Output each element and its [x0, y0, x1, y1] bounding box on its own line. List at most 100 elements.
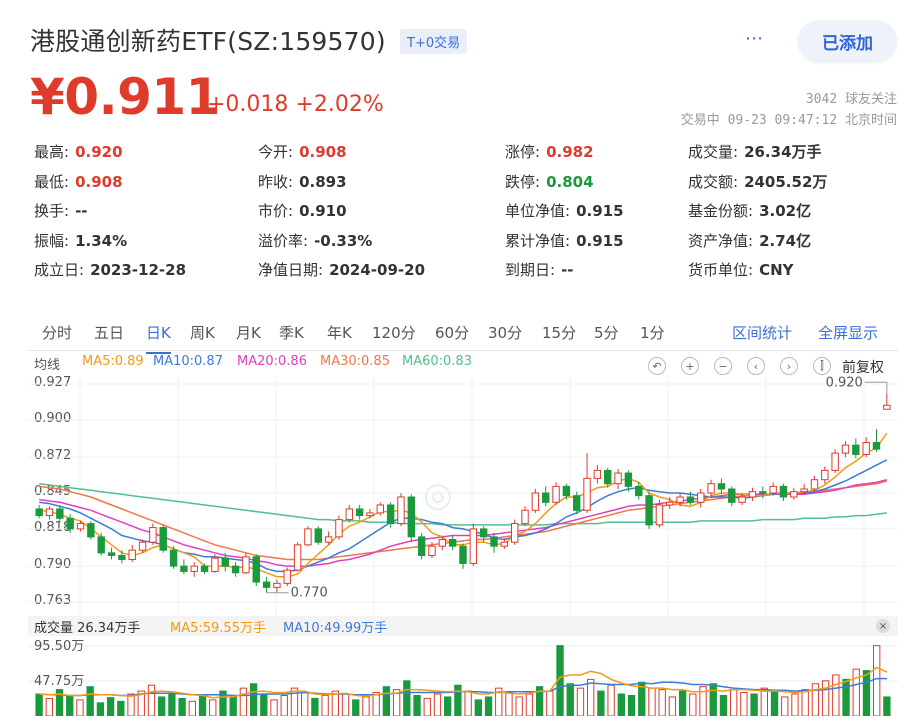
- stat-item: 成交量: 26.34万手: [688, 141, 822, 162]
- bar-icon[interactable]: ⫿: [813, 357, 831, 375]
- stat-value: 0.804: [546, 172, 594, 191]
- tab-2[interactable]: 日K: [146, 322, 171, 354]
- candle: [149, 527, 157, 543]
- candle: [748, 491, 757, 498]
- volume-bar: [597, 690, 605, 716]
- tab-3[interactable]: 周K: [190, 322, 215, 343]
- candle: [169, 549, 178, 567]
- stat-label: 单位净值:: [505, 202, 571, 220]
- adjust-select[interactable]: 前复权: [842, 357, 884, 377]
- stat-item: 市价: 0.910: [258, 200, 347, 221]
- tab-1[interactable]: 五日: [94, 322, 124, 343]
- candle: [304, 528, 312, 546]
- fullscreen-link[interactable]: 全屏显示: [818, 322, 878, 343]
- stat-label: 今开:: [258, 143, 294, 161]
- candle: [242, 556, 250, 574]
- volume-bar: [229, 696, 237, 716]
- stat-label: 到期日:: [505, 261, 556, 279]
- candle: [118, 554, 126, 560]
- stat-label: 昨收:: [258, 172, 294, 191]
- tab-4[interactable]: 月K: [236, 322, 261, 343]
- stat-value: 0.908: [299, 143, 347, 161]
- tab-8[interactable]: 60分: [435, 322, 469, 343]
- zoom-in-icon[interactable]: +: [681, 357, 699, 375]
- stat-label: 涨停:: [505, 143, 541, 161]
- stat-label: 货币单位:: [688, 261, 754, 279]
- volume-bar: [791, 693, 799, 716]
- stat-value: --: [561, 261, 574, 279]
- stat-label: 溢价率:: [258, 231, 309, 250]
- volume-bar: [311, 697, 319, 716]
- undo-icon[interactable]: ↶: [648, 357, 666, 375]
- volume-bar: [781, 696, 789, 716]
- volume-bar: [883, 696, 891, 716]
- tab-11[interactable]: 5分: [594, 322, 619, 343]
- stat-item: 净值日期: 2024-09-20: [258, 259, 425, 280]
- candle: [821, 469, 829, 481]
- candle: [500, 541, 509, 547]
- stat-label: 换手:: [34, 202, 70, 220]
- candle: [562, 485, 571, 497]
- tab-7[interactable]: 120分: [372, 322, 416, 343]
- range-stats-link[interactable]: 区间统计: [732, 322, 792, 343]
- close-icon[interactable]: ×: [876, 619, 890, 633]
- volume-bar: [576, 687, 585, 716]
- candle: [190, 565, 198, 572]
- candle: [448, 539, 457, 547]
- more-icon[interactable]: ⋯: [745, 28, 764, 49]
- candle: [510, 523, 519, 543]
- stat-value: 0.915: [576, 231, 624, 250]
- volume-bar: [750, 693, 758, 716]
- tab-6[interactable]: 年K: [327, 322, 352, 343]
- volume-bar: [484, 696, 493, 716]
- kline-chart[interactable]: ◎ 0.920 0.770: [28, 376, 898, 616]
- volume-chart[interactable]: 95.50万 47.75万: [28, 636, 898, 716]
- tab-9[interactable]: 30分: [488, 322, 522, 343]
- ma-legend-item: MA20:0.86: [237, 354, 307, 369]
- stat-value: 2405.52万: [744, 172, 828, 191]
- ma-label: 均线: [34, 358, 61, 373]
- tab-12[interactable]: 1分: [640, 322, 665, 343]
- volume-bar: [239, 687, 248, 716]
- volume-bar: [546, 690, 554, 716]
- page-title: 港股通创新药ETF(SZ:159570): [30, 27, 386, 56]
- stat-value: 2023-12-28: [90, 261, 187, 279]
- candle: [469, 528, 478, 564]
- volume-bar: [362, 696, 370, 716]
- followers-count: 3042 球友关注: [805, 92, 897, 107]
- candle: [717, 483, 726, 490]
- stat-label: 市价:: [258, 202, 294, 220]
- watermark: ◎: [423, 475, 453, 515]
- candle: [407, 496, 416, 538]
- stat-value: 0.915: [576, 202, 624, 220]
- volume-bar: [45, 697, 53, 716]
- volume-bar: [719, 694, 728, 716]
- volume-bar: [413, 694, 421, 716]
- volume-bar: [158, 696, 166, 716]
- zoom-out-icon[interactable]: −: [714, 357, 732, 375]
- volume-bar: [658, 689, 666, 716]
- max-marker: 0.920: [826, 376, 863, 390]
- candle: [76, 523, 85, 530]
- stat-item: 成立日: 2023-12-28: [34, 259, 186, 280]
- volume-bar: [454, 684, 462, 716]
- volume-bar: [117, 700, 125, 716]
- stat-label: 累计净值:: [505, 231, 571, 250]
- volume-bar: [801, 689, 809, 716]
- next-icon[interactable]: ›: [780, 357, 798, 375]
- volume-bar: [270, 699, 278, 716]
- prev-icon[interactable]: ‹: [747, 357, 765, 375]
- period-tabs: 分时 五日 日K 周K 月K 季K 年K 120分 60分 30分 15分 5分 1分 区间统计 全屏显示: [28, 314, 898, 354]
- candle: [790, 491, 798, 498]
- candle: [624, 472, 633, 487]
- volume-bar: [127, 693, 135, 716]
- candle: [459, 545, 467, 564]
- volume-legend-item: MA5:59.55万手: [170, 621, 266, 636]
- tab-5[interactable]: 季K: [279, 322, 304, 343]
- tab-0[interactable]: 分时: [42, 322, 72, 343]
- candle: [159, 527, 167, 551]
- stat-label: 资产净值:: [688, 231, 754, 250]
- add-watchlist-button[interactable]: 已添加: [798, 20, 897, 62]
- tab-10[interactable]: 15分: [542, 322, 576, 343]
- stat-item: 换手: --: [34, 200, 88, 221]
